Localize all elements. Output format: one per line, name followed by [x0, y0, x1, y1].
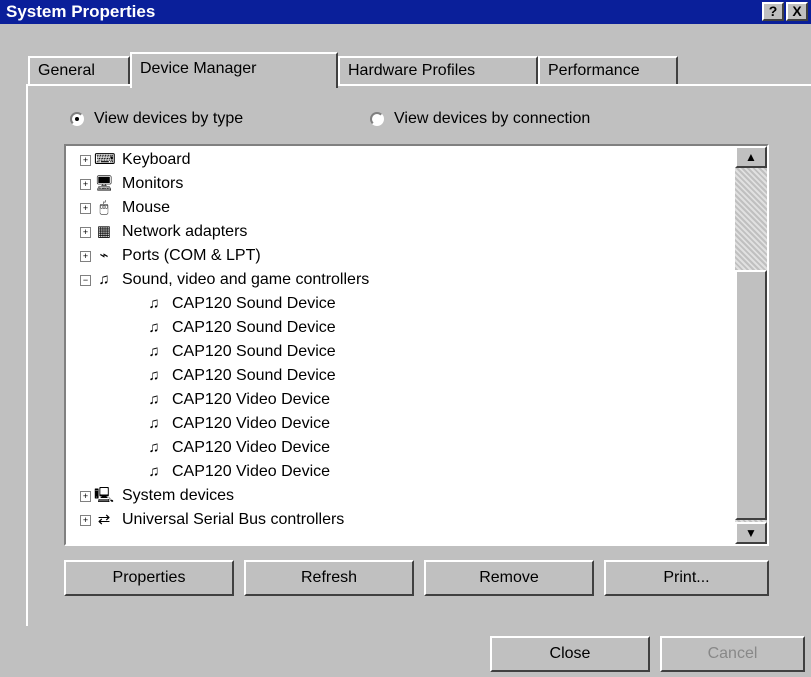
close-window-button[interactable]: X — [786, 2, 808, 21]
tree-item-sound-video-game[interactable]: − ♫ Sound, video and game controllers — [80, 268, 369, 292]
view-by-connection-radio[interactable]: View devices by connection — [370, 110, 590, 128]
monitor-icon: 🖥 — [94, 175, 114, 192]
collapse-icon[interactable]: − — [80, 274, 91, 286]
sound-device-icon: ♫ — [148, 295, 160, 312]
vertical-scrollbar[interactable]: ▲ ▼ — [735, 146, 767, 544]
expand-icon[interactable]: + — [80, 154, 91, 166]
help-button[interactable]: ? — [762, 2, 784, 21]
tree-item-cap120-sound-3[interactable]: ♫ CAP120 Sound Device — [144, 340, 336, 364]
tree-item-ports[interactable]: + ⌁ Ports (COM & LPT) — [80, 244, 261, 268]
cancel-button: Cancel — [660, 636, 805, 672]
radio-selected-icon — [70, 112, 84, 126]
tab-performance[interactable]: Performance — [538, 56, 678, 86]
view-by-type-label: View devices by type — [94, 110, 244, 127]
scroll-up-button[interactable]: ▲ — [735, 146, 767, 168]
sound-controller-icon: ♫ — [98, 271, 110, 288]
system-properties-window: System Properties ? X General Device Man… — [0, 0, 811, 677]
tree-item-label: Keyboard — [122, 151, 191, 168]
sound-device-icon: ♫ — [148, 367, 160, 384]
tab-general[interactable]: General — [28, 56, 130, 86]
tree-item-cap120-video-1[interactable]: ♫ CAP120 Video Device — [144, 388, 330, 412]
window-title: System Properties — [6, 2, 156, 21]
tree-item-label: CAP120 Video Device — [172, 439, 331, 456]
tree-item-cap120-sound-2[interactable]: ♫ CAP120 Sound Device — [144, 316, 336, 340]
tree-item-label: Universal Serial Bus controllers — [122, 511, 345, 528]
expand-icon[interactable]: + — [80, 250, 91, 262]
mouse-icon: 🖱 — [99, 199, 109, 216]
video-device-icon: ♫ — [148, 463, 160, 480]
keyboard-icon: ⌨ — [94, 151, 116, 168]
expand-icon[interactable]: + — [80, 514, 91, 526]
scroll-down-button[interactable]: ▼ — [735, 522, 767, 544]
tree-item-label: CAP120 Sound Device — [172, 319, 336, 336]
network-adapter-icon: ▦ — [96, 223, 112, 240]
tree-item-label: Mouse — [122, 199, 171, 216]
scroll-thumb[interactable] — [735, 270, 767, 520]
title-bar: System Properties ? X — [0, 0, 811, 24]
system-devices-icon: 🖳 — [94, 487, 115, 504]
tab-hardware-profiles[interactable]: Hardware Profiles — [338, 56, 538, 86]
tree-item-cap120-sound-1[interactable]: ♫ CAP120 Sound Device — [144, 292, 336, 316]
tree-item-label: CAP120 Video Device — [172, 391, 331, 408]
device-tree[interactable]: + ⌨ Keyboard + 🖥 Monitors + 🖱 Mouse + ▦ … — [64, 144, 769, 546]
tree-item-usb[interactable]: + ⇄ Universal Serial Bus controllers — [80, 508, 344, 532]
tree-item-label: Sound, video and game controllers — [122, 271, 370, 288]
tree-item-label: Monitors — [122, 175, 184, 192]
expand-icon[interactable]: + — [80, 226, 91, 238]
expand-icon[interactable]: + — [80, 202, 91, 214]
tree-item-cap120-video-3[interactable]: ♫ CAP120 Video Device — [144, 436, 330, 460]
tree-item-label: CAP120 Sound Device — [172, 295, 336, 312]
view-by-connection-label: View devices by connection — [394, 110, 591, 127]
properties-button[interactable]: Properties — [64, 560, 234, 596]
tree-item-cap120-video-4[interactable]: ♫ CAP120 Video Device — [144, 460, 330, 484]
tree-item-label: CAP120 Video Device — [172, 415, 331, 432]
tree-item-label: CAP120 Sound Device — [172, 367, 336, 384]
tree-item-label: Ports (COM & LPT) — [122, 247, 261, 264]
tree-item-mouse[interactable]: + 🖱 Mouse — [80, 196, 170, 220]
close-button[interactable]: Close — [490, 636, 650, 672]
tree-item-label: System devices — [122, 487, 235, 504]
video-device-icon: ♫ — [148, 439, 160, 456]
tree-item-label: Network adapters — [122, 223, 248, 240]
tree-item-cap120-sound-4[interactable]: ♫ CAP120 Sound Device — [144, 364, 336, 388]
radio-unselected-icon — [370, 112, 384, 126]
sound-device-icon: ♫ — [148, 343, 160, 360]
tab-device-manager[interactable]: Device Manager — [130, 52, 338, 88]
tree-item-monitors[interactable]: + 🖥 Monitors — [80, 172, 183, 196]
video-device-icon: ♫ — [148, 415, 160, 432]
usb-icon: ⇄ — [97, 511, 111, 528]
sound-device-icon: ♫ — [148, 319, 160, 336]
remove-button[interactable]: Remove — [424, 560, 594, 596]
refresh-button[interactable]: Refresh — [244, 560, 414, 596]
tree-item-keyboard[interactable]: + ⌨ Keyboard — [80, 148, 191, 172]
print-button[interactable]: Print... — [604, 560, 769, 596]
port-icon: ⌁ — [99, 247, 109, 264]
view-by-type-radio[interactable]: View devices by type — [70, 110, 243, 128]
video-device-icon: ♫ — [148, 391, 160, 408]
tree-item-network-adapters[interactable]: + ▦ Network adapters — [80, 220, 247, 244]
expand-icon[interactable]: + — [80, 178, 91, 190]
tree-item-label: CAP120 Video Device — [172, 463, 331, 480]
tree-item-system-devices[interactable]: + 🖳 System devices — [80, 484, 234, 508]
expand-icon[interactable]: + — [80, 490, 91, 502]
tree-item-cap120-video-2[interactable]: ♫ CAP120 Video Device — [144, 412, 330, 436]
tree-item-label: CAP120 Sound Device — [172, 343, 336, 360]
